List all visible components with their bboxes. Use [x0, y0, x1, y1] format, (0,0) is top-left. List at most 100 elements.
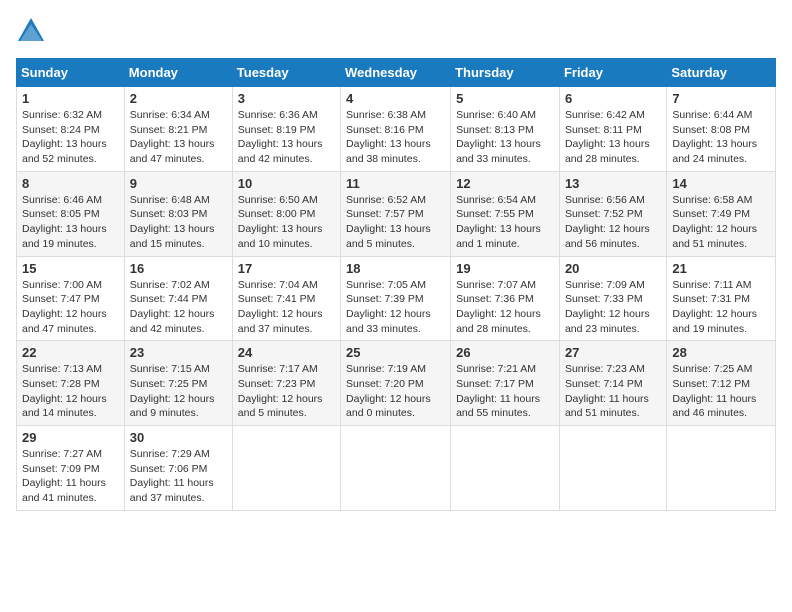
day-number: 10: [238, 176, 335, 191]
week-row-1: 1 Sunrise: 6:32 AMSunset: 8:24 PMDayligh…: [17, 87, 776, 172]
day-info: Sunrise: 6:42 AMSunset: 8:11 PMDaylight:…: [565, 108, 661, 167]
week-row-3: 15 Sunrise: 7:00 AMSunset: 7:47 PMDaylig…: [17, 256, 776, 341]
day-number: 16: [130, 261, 227, 276]
day-number: 24: [238, 345, 335, 360]
day-info: Sunrise: 6:50 AMSunset: 8:00 PMDaylight:…: [238, 193, 335, 252]
day-number: 7: [672, 91, 770, 106]
day-number: 20: [565, 261, 661, 276]
header-wednesday: Wednesday: [341, 59, 451, 87]
calendar-cell: 22 Sunrise: 7:13 AMSunset: 7:28 PMDaylig…: [17, 341, 125, 426]
week-row-2: 8 Sunrise: 6:46 AMSunset: 8:05 PMDayligh…: [17, 171, 776, 256]
day-info: Sunrise: 7:13 AMSunset: 7:28 PMDaylight:…: [22, 362, 119, 421]
page-header: [16, 16, 776, 46]
day-number: 21: [672, 261, 770, 276]
calendar-cell: [451, 426, 560, 511]
calendar-cell: 3 Sunrise: 6:36 AMSunset: 8:19 PMDayligh…: [232, 87, 340, 172]
calendar-cell: 17 Sunrise: 7:04 AMSunset: 7:41 PMDaylig…: [232, 256, 340, 341]
day-number: 30: [130, 430, 227, 445]
day-info: Sunrise: 6:56 AMSunset: 7:52 PMDaylight:…: [565, 193, 661, 252]
day-info: Sunrise: 7:23 AMSunset: 7:14 PMDaylight:…: [565, 362, 661, 421]
day-info: Sunrise: 7:25 AMSunset: 7:12 PMDaylight:…: [672, 362, 770, 421]
day-number: 29: [22, 430, 119, 445]
day-info: Sunrise: 7:02 AMSunset: 7:44 PMDaylight:…: [130, 278, 227, 337]
calendar-cell: 30 Sunrise: 7:29 AMSunset: 7:06 PMDaylig…: [124, 426, 232, 511]
day-info: Sunrise: 6:34 AMSunset: 8:21 PMDaylight:…: [130, 108, 227, 167]
day-info: Sunrise: 6:52 AMSunset: 7:57 PMDaylight:…: [346, 193, 445, 252]
day-info: Sunrise: 7:17 AMSunset: 7:23 PMDaylight:…: [238, 362, 335, 421]
day-info: Sunrise: 6:40 AMSunset: 8:13 PMDaylight:…: [456, 108, 554, 167]
day-info: Sunrise: 7:29 AMSunset: 7:06 PMDaylight:…: [130, 447, 227, 506]
calendar-cell: 10 Sunrise: 6:50 AMSunset: 8:00 PMDaylig…: [232, 171, 340, 256]
calendar-cell: 28 Sunrise: 7:25 AMSunset: 7:12 PMDaylig…: [667, 341, 776, 426]
day-number: 25: [346, 345, 445, 360]
day-info: Sunrise: 7:00 AMSunset: 7:47 PMDaylight:…: [22, 278, 119, 337]
day-number: 28: [672, 345, 770, 360]
day-info: Sunrise: 7:27 AMSunset: 7:09 PMDaylight:…: [22, 447, 119, 506]
calendar-cell: 26 Sunrise: 7:21 AMSunset: 7:17 PMDaylig…: [451, 341, 560, 426]
calendar-cell: 9 Sunrise: 6:48 AMSunset: 8:03 PMDayligh…: [124, 171, 232, 256]
calendar-cell: 20 Sunrise: 7:09 AMSunset: 7:33 PMDaylig…: [559, 256, 666, 341]
day-info: Sunrise: 7:15 AMSunset: 7:25 PMDaylight:…: [130, 362, 227, 421]
day-info: Sunrise: 7:09 AMSunset: 7:33 PMDaylight:…: [565, 278, 661, 337]
calendar-cell: 5 Sunrise: 6:40 AMSunset: 8:13 PMDayligh…: [451, 87, 560, 172]
week-row-4: 22 Sunrise: 7:13 AMSunset: 7:28 PMDaylig…: [17, 341, 776, 426]
header-tuesday: Tuesday: [232, 59, 340, 87]
header-sunday: Sunday: [17, 59, 125, 87]
calendar-cell: 4 Sunrise: 6:38 AMSunset: 8:16 PMDayligh…: [341, 87, 451, 172]
day-number: 12: [456, 176, 554, 191]
day-info: Sunrise: 6:32 AMSunset: 8:24 PMDaylight:…: [22, 108, 119, 167]
day-info: Sunrise: 7:05 AMSunset: 7:39 PMDaylight:…: [346, 278, 445, 337]
day-info: Sunrise: 6:36 AMSunset: 8:19 PMDaylight:…: [238, 108, 335, 167]
header-monday: Monday: [124, 59, 232, 87]
day-number: 5: [456, 91, 554, 106]
day-number: 1: [22, 91, 119, 106]
calendar-cell: 11 Sunrise: 6:52 AMSunset: 7:57 PMDaylig…: [341, 171, 451, 256]
calendar-cell: [667, 426, 776, 511]
calendar-cell: [341, 426, 451, 511]
calendar-table: SundayMondayTuesdayWednesdayThursdayFrid…: [16, 58, 776, 511]
day-number: 8: [22, 176, 119, 191]
day-number: 3: [238, 91, 335, 106]
day-number: 15: [22, 261, 119, 276]
day-info: Sunrise: 7:11 AMSunset: 7:31 PMDaylight:…: [672, 278, 770, 337]
day-number: 2: [130, 91, 227, 106]
day-info: Sunrise: 6:58 AMSunset: 7:49 PMDaylight:…: [672, 193, 770, 252]
calendar-cell: 14 Sunrise: 6:58 AMSunset: 7:49 PMDaylig…: [667, 171, 776, 256]
day-number: 23: [130, 345, 227, 360]
day-number: 19: [456, 261, 554, 276]
calendar-cell: 8 Sunrise: 6:46 AMSunset: 8:05 PMDayligh…: [17, 171, 125, 256]
day-number: 17: [238, 261, 335, 276]
calendar-cell: 25 Sunrise: 7:19 AMSunset: 7:20 PMDaylig…: [341, 341, 451, 426]
day-info: Sunrise: 7:21 AMSunset: 7:17 PMDaylight:…: [456, 362, 554, 421]
day-info: Sunrise: 7:19 AMSunset: 7:20 PMDaylight:…: [346, 362, 445, 421]
day-number: 22: [22, 345, 119, 360]
calendar-cell: 12 Sunrise: 6:54 AMSunset: 7:55 PMDaylig…: [451, 171, 560, 256]
day-number: 11: [346, 176, 445, 191]
logo-icon: [16, 16, 46, 46]
day-number: 13: [565, 176, 661, 191]
calendar-cell: 21 Sunrise: 7:11 AMSunset: 7:31 PMDaylig…: [667, 256, 776, 341]
calendar-cell: 2 Sunrise: 6:34 AMSunset: 8:21 PMDayligh…: [124, 87, 232, 172]
day-number: 27: [565, 345, 661, 360]
day-info: Sunrise: 7:04 AMSunset: 7:41 PMDaylight:…: [238, 278, 335, 337]
calendar-cell: [559, 426, 666, 511]
day-info: Sunrise: 6:54 AMSunset: 7:55 PMDaylight:…: [456, 193, 554, 252]
calendar-cell: 15 Sunrise: 7:00 AMSunset: 7:47 PMDaylig…: [17, 256, 125, 341]
week-row-5: 29 Sunrise: 7:27 AMSunset: 7:09 PMDaylig…: [17, 426, 776, 511]
calendar-cell: 27 Sunrise: 7:23 AMSunset: 7:14 PMDaylig…: [559, 341, 666, 426]
calendar-cell: 18 Sunrise: 7:05 AMSunset: 7:39 PMDaylig…: [341, 256, 451, 341]
day-number: 18: [346, 261, 445, 276]
header-thursday: Thursday: [451, 59, 560, 87]
calendar-cell: 7 Sunrise: 6:44 AMSunset: 8:08 PMDayligh…: [667, 87, 776, 172]
day-number: 4: [346, 91, 445, 106]
calendar-cell: 24 Sunrise: 7:17 AMSunset: 7:23 PMDaylig…: [232, 341, 340, 426]
day-info: Sunrise: 6:46 AMSunset: 8:05 PMDaylight:…: [22, 193, 119, 252]
day-info: Sunrise: 6:44 AMSunset: 8:08 PMDaylight:…: [672, 108, 770, 167]
calendar-cell: 19 Sunrise: 7:07 AMSunset: 7:36 PMDaylig…: [451, 256, 560, 341]
day-number: 14: [672, 176, 770, 191]
calendar-cell: 1 Sunrise: 6:32 AMSunset: 8:24 PMDayligh…: [17, 87, 125, 172]
calendar-cell: 16 Sunrise: 7:02 AMSunset: 7:44 PMDaylig…: [124, 256, 232, 341]
header-friday: Friday: [559, 59, 666, 87]
calendar-cell: 13 Sunrise: 6:56 AMSunset: 7:52 PMDaylig…: [559, 171, 666, 256]
calendar-cell: [232, 426, 340, 511]
